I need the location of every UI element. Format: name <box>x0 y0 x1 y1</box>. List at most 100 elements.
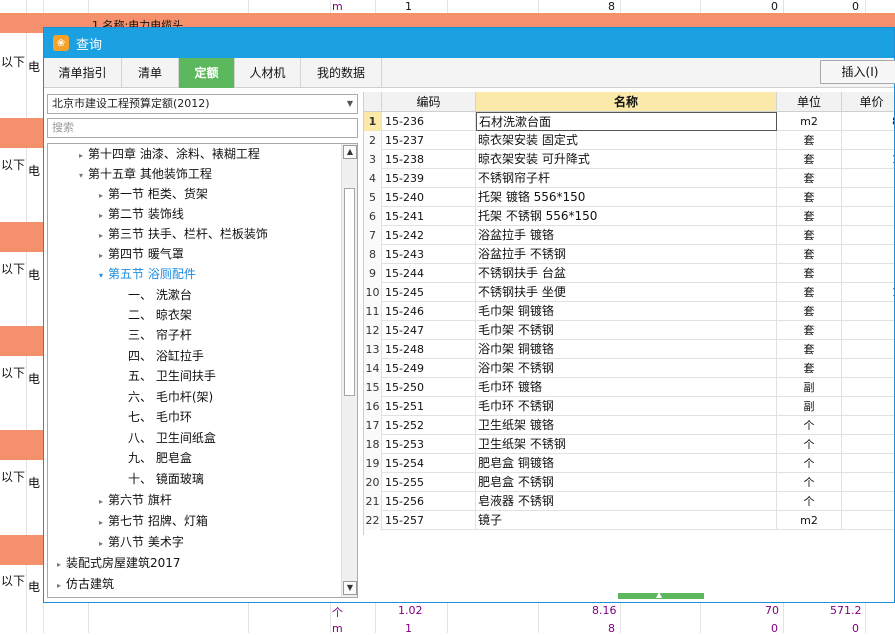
cell-price[interactable] <box>842 416 894 435</box>
tree-node[interactable]: ▾ 第十五章 其他装饰工程 <box>74 164 212 184</box>
tree-node[interactable]: ▸ 第一节 柜类、货架 <box>94 184 208 204</box>
scroll-up-icon[interactable]: ▲ <box>343 145 357 159</box>
cell-price[interactable] <box>842 454 894 473</box>
column-header-price[interactable]: 单价 <box>842 92 894 112</box>
cell-name[interactable]: 毛巾环 镀铬 <box>476 378 777 397</box>
cell-unit[interactable]: 套 <box>777 283 842 302</box>
table-row[interactable]: 21 15-256 皂液器 不锈钢个 <box>364 492 894 511</box>
cell-name[interactable]: 不锈钢扶手 台盆 <box>476 264 777 283</box>
row-number[interactable]: 4 <box>364 169 382 188</box>
cell-name[interactable]: 托架 不锈钢 556*150 <box>476 207 777 226</box>
tab-bill[interactable]: 清单 <box>122 58 179 88</box>
expand-arrow-icon[interactable]: ▸ <box>52 576 66 596</box>
cell-unit[interactable]: 个 <box>777 454 842 473</box>
cell-unit[interactable]: m2 <box>777 112 842 131</box>
cell-price[interactable] <box>842 245 894 264</box>
table-row[interactable]: 115-236石材洗漱台面m28 <box>364 112 894 131</box>
cell-name[interactable]: 毛巾架 不锈钢 <box>476 321 777 340</box>
cell-code[interactable]: 15-247 <box>382 321 476 340</box>
cell-name[interactable]: 晾衣架安装 固定式 <box>476 131 777 150</box>
cell-price[interactable] <box>842 321 894 340</box>
cell-code[interactable]: 15-238 <box>382 150 476 169</box>
cell-code[interactable]: 15-251 <box>382 397 476 416</box>
tree-node[interactable]: 十、 镜面玻璃 <box>128 469 204 489</box>
cell-name[interactable]: 浴巾架 不锈钢 <box>476 359 777 378</box>
expand-arrow-icon[interactable]: ▸ <box>94 206 108 226</box>
tree-node[interactable]: ▸ 第十四章 油漆、涂料、裱糊工程 <box>74 144 260 164</box>
table-row[interactable]: 18 15-253 卫生纸架 不锈钢个 <box>364 435 894 454</box>
table-row[interactable]: 315-238晾衣架安装 可升降式套1 <box>364 150 894 169</box>
tree-node[interactable]: ▸ 第二节 装饰线 <box>94 204 184 224</box>
tree-node[interactable]: ▸ 第六节 旗杆 <box>94 490 172 510</box>
cell-name[interactable]: 卫生纸架 不锈钢 <box>476 435 777 454</box>
cell-code[interactable]: 15-240 <box>382 188 476 207</box>
tree-scrollbar[interactable]: ▲ ▼ <box>341 144 357 597</box>
tree-node[interactable]: 五、 卫生间扶手 <box>128 366 216 386</box>
cell-unit[interactable]: 套 <box>777 188 842 207</box>
cell-price[interactable]: 8 <box>842 112 894 131</box>
cell-unit[interactable]: 个 <box>777 492 842 511</box>
cell-price[interactable] <box>842 435 894 454</box>
table-row[interactable]: 14 15-249 浴巾架 不锈钢套 <box>364 359 894 378</box>
cell-code[interactable]: 15-248 <box>382 340 476 359</box>
cell-unit[interactable]: 套 <box>777 245 842 264</box>
cell-name[interactable]: 不锈钢帘子杆 <box>476 169 777 188</box>
cell-name[interactable]: 浴巾架 铜镀铬 <box>476 340 777 359</box>
row-number[interactable]: 18 <box>364 435 382 454</box>
expand-arrow-icon[interactable]: ▸ <box>94 513 108 533</box>
tab-labor-material-machine[interactable]: 人材机 <box>235 58 301 88</box>
tree-node[interactable]: ▸ 第七节 招牌、灯箱 <box>94 511 208 531</box>
cell-price[interactable]: 1 <box>842 283 894 302</box>
tab-bill-guide[interactable]: 清单指引 <box>44 58 122 88</box>
cell-price[interactable] <box>842 226 894 245</box>
cell-name[interactable]: 皂液器 不锈钢 <box>476 492 777 511</box>
tree-node[interactable]: 八、 卫生间纸盒 <box>128 428 216 448</box>
row-number[interactable]: 3 <box>364 150 382 169</box>
cell-unit[interactable]: 副 <box>777 378 842 397</box>
scrollbar-thumb[interactable] <box>344 188 355 396</box>
chevron-down-icon[interactable]: ▼ <box>347 95 353 113</box>
table-row[interactable]: 2 15-237 晾衣架安装 固定式套 <box>364 131 894 150</box>
cell-code[interactable]: 15-252 <box>382 416 476 435</box>
tree-node[interactable]: 一、 洗漱台 <box>128 285 192 305</box>
cell-name[interactable]: 浴盆拉手 不锈钢 <box>476 245 777 264</box>
cell-price[interactable] <box>842 169 894 188</box>
cell-unit[interactable]: 套 <box>777 359 842 378</box>
cell-price[interactable] <box>842 511 894 530</box>
cell-name[interactable]: 肥皂盒 铜镀铬 <box>476 454 777 473</box>
dialog-titlebar[interactable]: ❀ 查询 <box>44 28 894 58</box>
cell-unit[interactable]: 套 <box>777 321 842 340</box>
row-number[interactable]: 13 <box>364 340 382 359</box>
table-row[interactable]: 8 15-243 浴盆拉手 不锈钢套 <box>364 245 894 264</box>
table-row[interactable]: 5 15-240 托架 镀铬 556*150 套 <box>364 188 894 207</box>
row-number[interactable]: 10 <box>364 283 382 302</box>
cell-name[interactable]: 托架 镀铬 556*150 <box>476 188 777 207</box>
cell-name[interactable]: 浴盆拉手 镀铬 <box>476 226 777 245</box>
row-number[interactable]: 14 <box>364 359 382 378</box>
row-number[interactable]: 9 <box>364 264 382 283</box>
quota-library-select[interactable]: 北京市建设工程预算定额(2012) ▼ <box>47 94 358 114</box>
row-number[interactable]: 21 <box>364 492 382 511</box>
table-row[interactable]: 6 15-241 托架 不锈钢 556*150 套 <box>364 207 894 226</box>
cell-unit[interactable]: m2 <box>777 511 842 530</box>
cell-price[interactable] <box>842 378 894 397</box>
row-number[interactable]: 1 <box>364 112 382 131</box>
cell-price[interactable] <box>842 473 894 492</box>
table-row[interactable]: 1015-245不锈钢扶手 坐便套1 <box>364 283 894 302</box>
tree-node[interactable]: ▸ 装配式房屋建筑2017 <box>52 553 181 573</box>
row-number[interactable]: 5 <box>364 188 382 207</box>
cell-code[interactable]: 15-249 <box>382 359 476 378</box>
column-header-unit[interactable]: 单位 <box>777 92 842 112</box>
cell-unit[interactable]: 套 <box>777 169 842 188</box>
cell-unit[interactable]: 套 <box>777 226 842 245</box>
table-row[interactable]: 17 15-252 卫生纸架 镀铬个 <box>364 416 894 435</box>
chevron-up-icon[interactable]: ▲ <box>656 590 662 599</box>
cell-price[interactable] <box>842 264 894 283</box>
cell-code[interactable]: 15-239 <box>382 169 476 188</box>
cell-code[interactable]: 15-242 <box>382 226 476 245</box>
cell-code[interactable]: 15-243 <box>382 245 476 264</box>
collapse-arrow-icon[interactable]: ▾ <box>74 166 88 186</box>
row-number[interactable]: 16 <box>364 397 382 416</box>
collapse-arrow-icon[interactable]: ▾ <box>94 266 108 286</box>
column-header-code[interactable]: 编码 <box>382 92 476 112</box>
